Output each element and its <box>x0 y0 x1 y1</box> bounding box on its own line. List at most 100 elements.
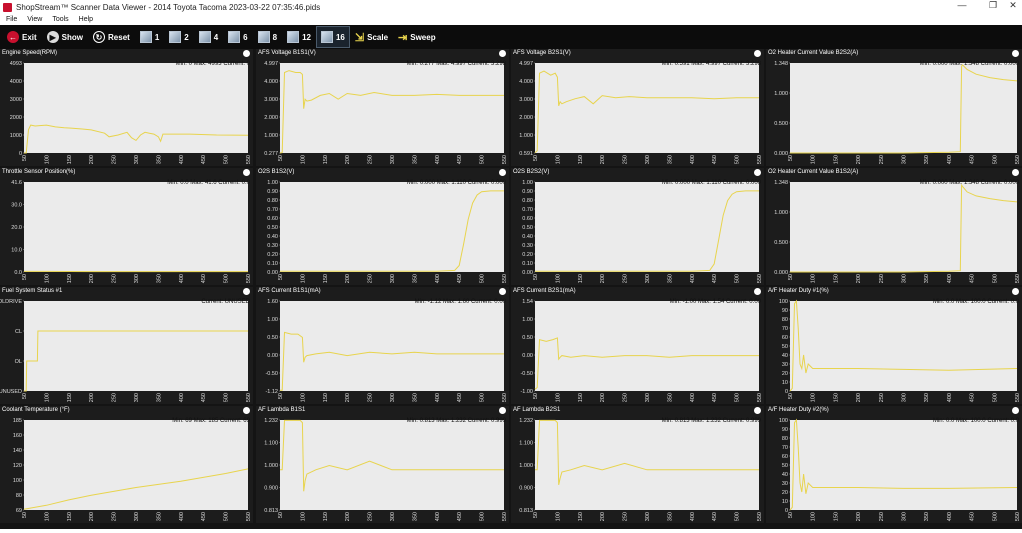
panel-options-icon[interactable] <box>243 407 250 414</box>
x-tick-label: 50 <box>533 512 539 518</box>
x-tick-label: 100 <box>300 274 306 283</box>
x-tick-label: 250 <box>623 512 629 521</box>
x-tick-label: 200 <box>600 512 606 521</box>
chart-panel[interactable]: OLDRIVE CL OL UNUSED 50 100 150 200 250 300 350 400… <box>0 287 253 404</box>
grid-icon <box>320 31 333 43</box>
scale-icon: ⇲ <box>354 31 365 44</box>
chart-panel[interactable]: 1.232 1.100 1.000 0.900 0.813 50 100 150 200 250 3… <box>256 406 509 523</box>
chart-stats: Min: 0.0 Max: 41.6 Current: 0.0 <box>167 180 250 186</box>
panel-options-icon[interactable] <box>499 50 506 57</box>
panel-options-icon[interactable] <box>1012 50 1019 57</box>
panel-options-icon[interactable] <box>499 407 506 414</box>
y-tick-label: 20 <box>782 490 788 496</box>
chart-panel[interactable]: 185 160 140 120 100 80 69 50 100 150 200 250 300 350 4… <box>0 406 253 523</box>
panel-options-icon[interactable] <box>243 169 250 176</box>
plot-area <box>280 301 504 391</box>
panel-options-icon[interactable] <box>1012 288 1019 295</box>
chart-panel[interactable]: 1.348 1.000 0.500 0.000 50 100 150 200 250 300 350… <box>766 49 1022 166</box>
panel-options-icon[interactable] <box>754 407 761 414</box>
chart-panel[interactable]: 1.60 1.00 0.50 0.00 -0.50 -1.12 50 100 150 200 250… <box>256 287 509 404</box>
x-tick-label: 350 <box>156 155 162 164</box>
panel-options-icon[interactable] <box>1012 407 1019 414</box>
title-bar: ShopStream™ Scanner Data Viewer - 2014 T… <box>0 0 1022 14</box>
grid-8-button[interactable]: 8 <box>253 26 282 48</box>
maximize-button[interactable]: ❐ <box>986 0 1000 11</box>
x-tick-label: 200 <box>89 393 95 402</box>
chart-panel[interactable]: 41.6 30.0 20.0 10.0 0.0 50 100 150 200 250 300 350 4… <box>0 168 253 285</box>
panel-options-icon[interactable] <box>754 288 761 295</box>
x-tick-label: 200 <box>600 393 606 402</box>
plot-area <box>790 63 1017 153</box>
chart-stats: Min: -1.00 Max: 1.54 Current: 0.00 <box>669 299 761 305</box>
sweep-button[interactable]: ⇥ Sweep <box>393 26 441 48</box>
x-tick-label: 400 <box>690 393 696 402</box>
x-tick-label: 100 <box>300 512 306 521</box>
x-tick-label: 50 <box>278 393 284 399</box>
chart-title: AFS Current B2S1(mA) <box>513 288 576 294</box>
minimize-button[interactable]: — <box>955 0 969 10</box>
grid-6-button[interactable]: 6 <box>223 26 252 48</box>
chart-panel[interactable]: 1.00 0.90 0.80 0.70 0.60 0.50 0.40 0.30 0.20 0.10… <box>511 168 764 285</box>
panel-options-icon[interactable] <box>1012 169 1019 176</box>
toolbar: ← Exit ▶ Show ↻ Reset 1 2 4 6 8 12 16 ⇲ … <box>0 25 1022 49</box>
x-tick-label: 300 <box>390 155 396 164</box>
chart-panel[interactable]: 1.54 1.00 0.50 0.00 -0.50 -1.00 50 100 150 200 250… <box>511 287 764 404</box>
chart-panel[interactable]: 1.00 0.90 0.80 0.70 0.60 0.50 0.40 0.30 0.20 0.10… <box>256 168 509 285</box>
x-tick-label: 300 <box>645 274 651 283</box>
x-tick-label: 400 <box>179 393 185 402</box>
y-tick-label: 1.000 <box>519 133 533 139</box>
grid-1-button[interactable]: 1 <box>135 26 164 48</box>
x-tick-label: 550 <box>502 393 508 402</box>
panel-options-icon[interactable] <box>754 50 761 57</box>
panel-options-icon[interactable] <box>499 169 506 176</box>
x-tick-label: 550 <box>757 274 763 283</box>
y-tick-label: 10 <box>782 380 788 386</box>
chart-panel[interactable]: 4993 4000 3000 2000 1000 0 50 100 150 200 250 300 35… <box>0 49 253 166</box>
x-tick-label: 250 <box>879 155 885 164</box>
y-tick-label: 10.0 <box>11 248 22 254</box>
show-button[interactable]: ▶ Show <box>42 26 88 48</box>
exit-button[interactable]: ← Exit <box>2 26 42 48</box>
y-tick-label: 0.50 <box>522 335 533 341</box>
panel-options-icon[interactable] <box>754 169 761 176</box>
reset-label: Reset <box>108 32 130 42</box>
y-tick-label: 30 <box>782 362 788 368</box>
x-tick-label: 400 <box>690 155 696 164</box>
y-tick-label: -1.12 <box>265 389 278 395</box>
y-tick-label: 41.6 <box>11 180 22 186</box>
x-tick-label: 200 <box>89 274 95 283</box>
grid-2-button[interactable]: 2 <box>164 26 193 48</box>
chart-panel[interactable]: 1.232 1.100 1.000 0.900 0.813 50 100 150 200 250 3… <box>511 406 764 523</box>
reset-icon: ↻ <box>93 31 106 43</box>
panel-options-icon[interactable] <box>243 288 250 295</box>
grid-16-button[interactable]: 16 <box>315 26 350 48</box>
grid-4-button[interactable]: 4 <box>194 26 223 48</box>
chart-panel[interactable]: 4.997 4.000 3.000 2.000 1.000 0.591 50 100 150 20… <box>511 49 764 166</box>
chart-panel[interactable]: 100 90 80 70 60 50 40 30 20 10 0 50 100 150 200 250 300 3… <box>766 287 1022 404</box>
grid-12-button[interactable]: 12 <box>282 26 316 48</box>
scale-button[interactable]: ⇲ Scale <box>350 26 393 48</box>
x-tick-label: 350 <box>156 512 162 521</box>
chart-panel[interactable]: 100 90 80 70 60 50 40 30 20 10 0 50 100 150 200 250 300 3… <box>766 406 1022 523</box>
x-tick-label: 300 <box>134 155 140 164</box>
x-tick-label: 150 <box>323 512 329 521</box>
panel-options-icon[interactable] <box>243 50 250 57</box>
x-tick-label: 350 <box>412 274 418 283</box>
chart-panel[interactable]: 4.997 4.000 3.000 2.000 1.000 0.277 50 100 150 20… <box>256 49 509 166</box>
x-tick-label: 300 <box>902 274 908 283</box>
menu-view[interactable]: View <box>27 16 42 23</box>
reset-button[interactable]: ↻ Reset <box>88 26 135 48</box>
menu-help[interactable]: Help <box>79 16 93 23</box>
chart-panel[interactable]: 1.348 1.000 0.500 0.000 50 100 150 200 250 300 350… <box>766 168 1022 285</box>
x-tick-label: 100 <box>555 393 561 402</box>
x-tick-label: 100 <box>555 512 561 521</box>
menu-file[interactable]: File <box>6 16 17 23</box>
y-tick-label: 1.00 <box>267 317 278 323</box>
y-tick-label: 0.500 <box>774 240 788 246</box>
close-button[interactable]: ✕ <box>1006 0 1020 11</box>
panel-options-icon[interactable] <box>499 288 506 295</box>
y-tick-label: 80 <box>782 436 788 442</box>
menu-tools[interactable]: Tools <box>52 16 68 23</box>
x-tick-label: 550 <box>757 155 763 164</box>
x-tick-label: 400 <box>179 155 185 164</box>
